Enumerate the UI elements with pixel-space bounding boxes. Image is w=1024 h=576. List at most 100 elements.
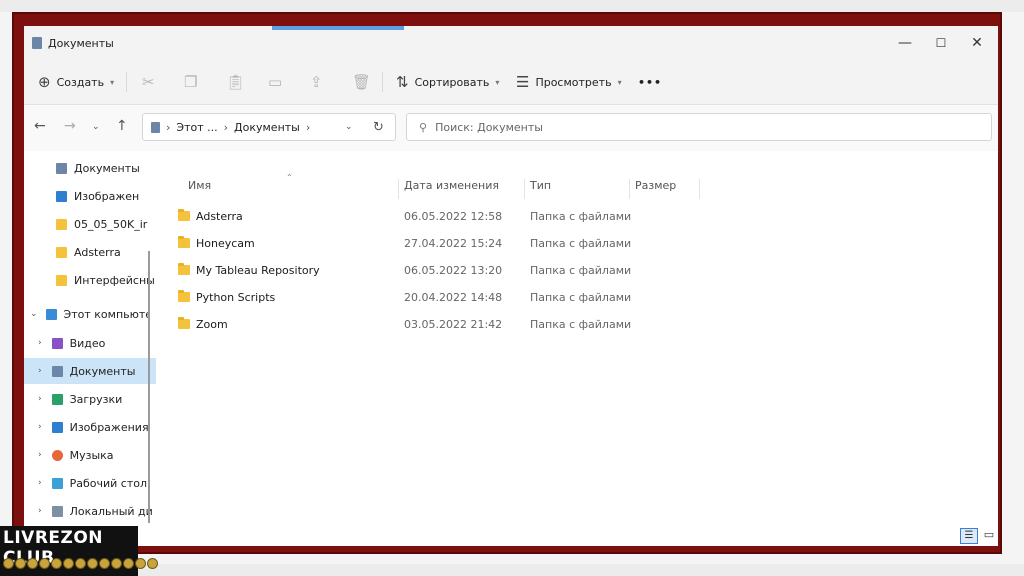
- column-header-size[interactable]: Размер: [635, 179, 676, 192]
- delete-button[interactable]: 🗑︎: [352, 60, 371, 104]
- sidebar-item-label: Музыка: [69, 448, 114, 462]
- address-bar[interactable]: › Этот ... › Документы › ⌄ ↻: [142, 113, 396, 141]
- breadcrumb-separator-icon: ›: [166, 120, 171, 134]
- column-divider[interactable]: [629, 179, 630, 199]
- window-title: Документы: [48, 37, 114, 50]
- column-header-name[interactable]: Имя: [188, 179, 211, 192]
- share-button[interactable]: ⇪: [310, 60, 323, 104]
- table-row[interactable]: Honeycam 27.04.2022 15:24 Папка с файлам…: [158, 230, 998, 257]
- column-divider[interactable]: [699, 179, 700, 199]
- table-row[interactable]: Python Scripts 20.04.2022 14:48 Папка с …: [158, 284, 998, 311]
- more-options-button[interactable]: •••: [638, 60, 662, 104]
- sort-ascending-icon: ⌃: [286, 173, 293, 182]
- create-button[interactable]: ⊕ Создать ▾: [38, 60, 114, 104]
- sidebar-item-adsterra[interactable]: Adsterra: [24, 239, 158, 265]
- pictures-icon: [51, 421, 63, 433]
- column-divider[interactable]: [524, 179, 525, 199]
- plus-circle-icon: ⊕: [38, 73, 51, 91]
- minimize-button[interactable]: —: [890, 34, 920, 52]
- refresh-icon[interactable]: ↻: [373, 120, 384, 135]
- view-label: Просмотреть: [535, 75, 612, 89]
- documents-icon: [51, 365, 63, 377]
- close-button[interactable]: ✕: [962, 34, 992, 52]
- sidebar-item-music[interactable]: › Музыка: [24, 442, 156, 468]
- file-date: 06.05.2022 12:58: [404, 210, 503, 223]
- file-name: Adsterra: [196, 210, 243, 223]
- sidebar-item-interfaces[interactable]: Интерфейсны: [24, 267, 158, 293]
- back-arrow-icon[interactable]: ←: [34, 118, 46, 134]
- sidebar-item-this-pc[interactable]: ⌄ Этот компьютер: [24, 301, 148, 327]
- sidebar-item-label: Документы: [69, 364, 136, 378]
- documents-icon: [151, 121, 160, 133]
- pictures-icon: [56, 190, 67, 202]
- sidebar-item-label: Загрузки: [69, 392, 123, 406]
- sidebar-item-label: Документы: [74, 161, 140, 175]
- create-label: Создать: [56, 75, 105, 89]
- file-name: Honeycam: [196, 237, 255, 250]
- search-input[interactable]: ⚲ Поиск: Документы: [406, 113, 992, 141]
- sidebar-item-video[interactable]: › Видео: [24, 330, 156, 356]
- recent-locations-chevron-icon[interactable]: ⌄: [92, 122, 100, 132]
- computer-icon: [45, 308, 57, 320]
- download-icon: [51, 393, 63, 405]
- sidebar-item-documents[interactable]: › Документы: [24, 358, 156, 384]
- rename-button[interactable]: ▭: [268, 60, 282, 104]
- address-dropdown-chevron-icon[interactable]: ⌄: [345, 122, 353, 132]
- file-date: 27.04.2022 15:24: [404, 237, 503, 250]
- documents-icon: [32, 37, 42, 49]
- share-icon: ⇪: [310, 73, 323, 91]
- table-row[interactable]: Zoom 03.05.2022 21:42 Папка с файлами: [158, 311, 998, 338]
- up-arrow-icon[interactable]: ↑: [116, 118, 128, 134]
- column-header-date[interactable]: Дата изменения: [404, 179, 499, 192]
- table-row[interactable]: Adsterra 06.05.2022 12:58 Папка с файлам…: [158, 203, 998, 230]
- column-header-type[interactable]: Тип: [530, 179, 551, 192]
- sidebar-item-documents-quick[interactable]: Документы ✎: [24, 155, 158, 181]
- breadcrumb-this-pc[interactable]: Этот ...: [176, 121, 217, 134]
- view-button[interactable]: ☰ Просмотреть ▾: [516, 60, 622, 104]
- navigation-pane: Документы ✎ Изображен ✎ 05_05_50K_ir ✎ A…: [24, 151, 158, 546]
- sort-button[interactable]: ⇅ Сортировать ▾: [396, 60, 499, 104]
- rename-icon: ▭: [268, 73, 283, 91]
- chevron-down-icon: ▾: [617, 77, 622, 87]
- folder-icon: [178, 236, 190, 248]
- drive-icon: [51, 505, 63, 517]
- maximize-button[interactable]: ☐: [926, 34, 956, 52]
- chevron-down-icon: ▾: [110, 77, 115, 87]
- column-divider[interactable]: [398, 179, 399, 199]
- file-type: Папка с файлами: [530, 291, 632, 304]
- sidebar-item-images-quick[interactable]: Изображен ✎: [24, 183, 158, 209]
- forward-arrow-icon[interactable]: →: [64, 118, 76, 134]
- chevron-down-icon: ▾: [495, 77, 500, 87]
- sidebar-item-label: Интерфейсны: [74, 273, 155, 287]
- copy-icon: ❐: [184, 73, 198, 91]
- music-icon: [51, 449, 63, 461]
- tiles-view-icon[interactable]: ▭: [982, 528, 996, 542]
- sidebar-item-desktop[interactable]: › Рабочий стол: [24, 470, 156, 496]
- collapse-chevron-icon: ›: [38, 478, 42, 488]
- sidebar-item-label: Рабочий стол: [69, 476, 148, 490]
- copy-button[interactable]: ❐: [184, 60, 197, 104]
- sidebar-item-label: Локальный ди: [69, 504, 153, 518]
- file-type: Папка с файлами: [530, 264, 632, 277]
- details-view-icon[interactable]: ☰: [960, 528, 978, 544]
- logo-coins: [3, 558, 158, 569]
- paste-button[interactable]: 📋︎: [226, 60, 245, 104]
- folder-icon: [56, 274, 67, 286]
- sidebar-item-downloads[interactable]: › Загрузки: [24, 386, 156, 412]
- breadcrumb-documents[interactable]: Документы: [234, 121, 300, 134]
- sort-icon: ⇅: [396, 73, 409, 91]
- sidebar-scrollbar[interactable]: [148, 251, 150, 523]
- folder-icon: [178, 290, 190, 302]
- cut-button[interactable]: ✂: [142, 60, 155, 104]
- folder-icon: [178, 209, 190, 221]
- sidebar-item-label: 05_05_50K_ir: [74, 217, 148, 231]
- table-row[interactable]: My Tableau Repository 06.05.2022 13:20 П…: [158, 257, 998, 284]
- title-accent: [272, 26, 404, 30]
- file-name: Zoom: [196, 318, 228, 331]
- sidebar-item-images[interactable]: › Изображения: [24, 414, 156, 440]
- collapse-chevron-icon: ›: [38, 394, 42, 404]
- command-bar: ⊕ Создать ▾ ✂ ❐ 📋︎ ▭ ⇪ 🗑︎ ⇅ Сортировать …: [24, 60, 998, 105]
- sidebar-item-local-disk[interactable]: › Локальный ди: [24, 498, 156, 524]
- sidebar-item-folder-05-05[interactable]: 05_05_50K_ir ✎: [24, 211, 158, 237]
- background-top: [0, 0, 1024, 12]
